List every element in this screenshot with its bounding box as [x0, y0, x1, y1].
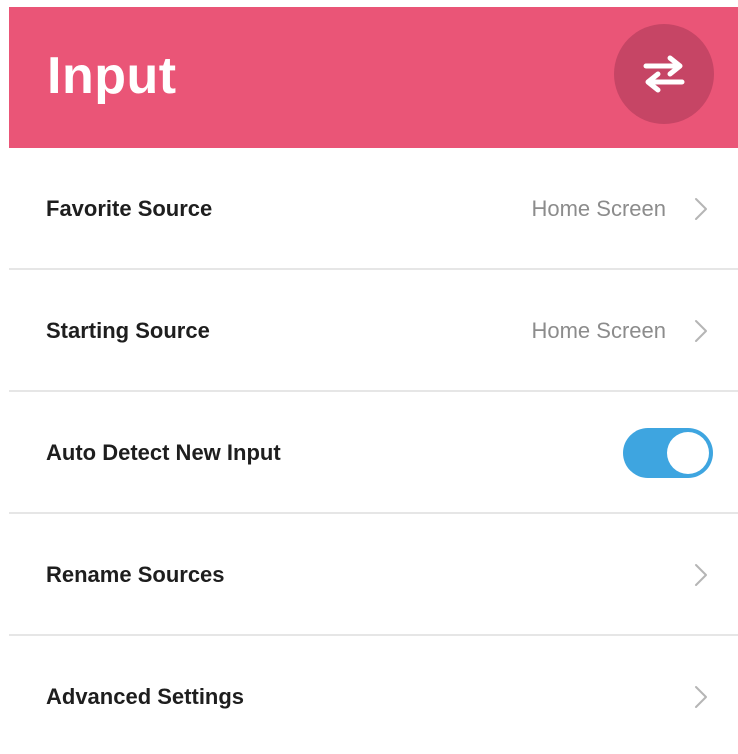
setting-row-starting-source[interactable]: Starting Source Home Screen [9, 270, 738, 392]
setting-label: Advanced Settings [46, 684, 245, 709]
swap-input-button[interactable] [614, 24, 714, 124]
page-title: Input [47, 47, 177, 105]
auto-detect-toggle[interactable] [623, 428, 713, 478]
setting-label: Favorite Source [46, 196, 213, 221]
setting-label: Rename Sources [46, 562, 225, 587]
setting-row-auto-detect: Auto Detect New Input [9, 392, 738, 514]
chevron-right-icon [695, 198, 707, 220]
settings-list: Favorite Source Home Screen Starting Sou… [9, 148, 738, 754]
chevron-right-icon [695, 686, 707, 708]
header-bar: Input [9, 7, 738, 148]
chevron-right-icon [695, 564, 707, 586]
setting-value: Home Screen [531, 318, 666, 343]
toggle-knob [667, 432, 709, 474]
setting-row-advanced-settings[interactable]: Advanced Settings [9, 636, 738, 754]
input-settings-screen: Input Favorite Source Home Screen Starti… [0, 0, 738, 754]
setting-row-favorite-source[interactable]: Favorite Source Home Screen [9, 148, 738, 270]
chevron-right-icon [695, 320, 707, 342]
setting-row-rename-sources[interactable]: Rename Sources [9, 514, 738, 636]
setting-label: Auto Detect New Input [46, 440, 281, 465]
setting-label: Starting Source [46, 318, 210, 343]
swap-arrows-icon [643, 55, 685, 93]
setting-value: Home Screen [531, 196, 666, 221]
